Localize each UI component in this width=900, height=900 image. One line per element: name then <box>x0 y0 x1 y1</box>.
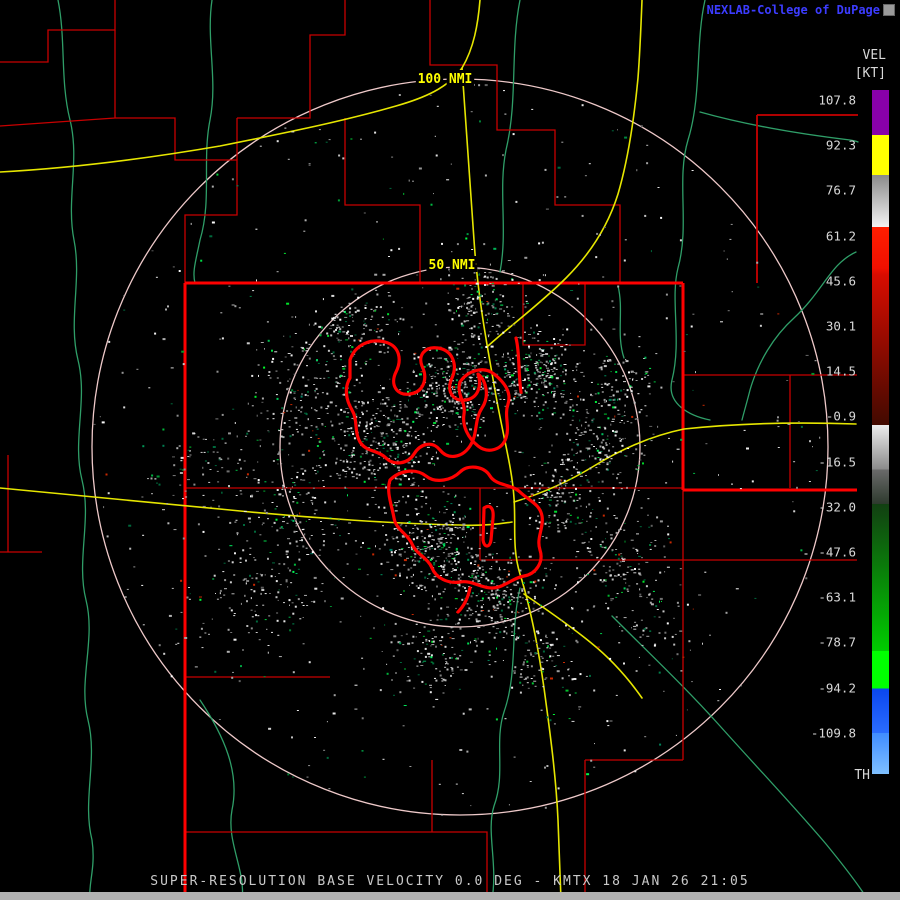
colorbar-tick-label: 107.8 <box>818 92 856 108</box>
radar-map[interactable]: 100 NMI 50 NMI <box>0 0 900 900</box>
colorbar-title: VEL <box>862 48 886 63</box>
colorbar-tick-label: 61.2 <box>825 228 856 244</box>
county-lines <box>0 0 858 900</box>
colorbar-tick-label: 30.1 <box>825 318 856 334</box>
colorbar-tick-label: 76.7 <box>825 182 856 198</box>
colorbar-tick-label: -32.0 <box>818 499 856 515</box>
colorbar-bottom-label: TH <box>854 768 870 783</box>
highway-lines <box>0 0 857 900</box>
product-title: SUPER-RESOLUTION BASE VELOCITY 0.0 DEG -… <box>150 874 750 889</box>
inner-ring-label: 50 NMI <box>429 258 476 273</box>
radar-echoes <box>93 83 821 816</box>
brand-badge-icon <box>883 4 895 16</box>
colorbar-tick-label: -94.2 <box>818 680 856 696</box>
colorbar-tick-label: -16.5 <box>818 454 856 470</box>
colorbar-tick-label: 45.6 <box>825 273 856 289</box>
colorbar-tick-label: 14.5 <box>825 363 856 379</box>
radar-viewer: 100 NMI 50 NMI NEXLAB-College of DuPage … <box>0 0 900 900</box>
window-bottom-strip <box>0 892 900 900</box>
river-lines <box>57 0 869 900</box>
colorbar-tick-label: -0.9 <box>825 408 856 424</box>
colorbar-tick-label: -47.6 <box>818 544 856 560</box>
range-ring-labels: 100 NMI 50 NMI <box>415 69 479 276</box>
colorbar-tick-label: 92.3 <box>825 137 856 153</box>
colorbar-gradient <box>872 90 889 774</box>
colorbar-tick-label: -63.1 <box>818 589 856 605</box>
outer-ring-label: 100 NMI <box>418 72 473 87</box>
brand-text: NEXLAB-College of DuPage <box>706 3 880 17</box>
colorbar-units: [KT] <box>854 66 886 81</box>
colorbar-tick-label: -78.7 <box>818 634 856 650</box>
colorbar-tick-label: -109.8 <box>810 725 856 741</box>
